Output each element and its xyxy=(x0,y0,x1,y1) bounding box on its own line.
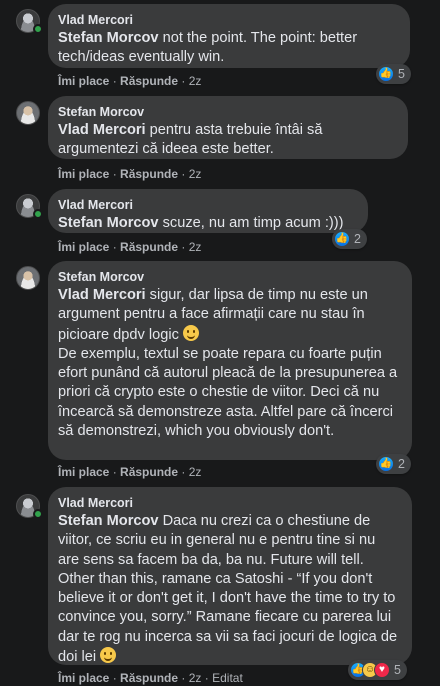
reaction-summary[interactable]: 👍 2 xyxy=(332,229,367,249)
reply-link[interactable]: Răspunde xyxy=(120,671,178,685)
comment-text: Vlad Mercori sigur, dar lipsa de timp nu… xyxy=(58,287,368,343)
avatar[interactable] xyxy=(16,266,40,290)
comment-text-paragraph: De exemplu, textul se poate repara cu fo… xyxy=(58,345,398,440)
avatar[interactable] xyxy=(16,101,40,125)
comment-actions: Îmi place · Răspunde · 2z · Editat xyxy=(58,671,243,685)
reply-link[interactable]: Răspunde xyxy=(120,465,178,479)
comment-author[interactable]: Vlad Mercori xyxy=(58,12,398,28)
reaction-count: 2 xyxy=(354,232,361,246)
smile-emoji-icon xyxy=(100,647,117,664)
comment-bubble: Stefan Morcov Vlad Mercori sigur, dar li… xyxy=(48,261,412,460)
like-reaction-icon: 👍 xyxy=(378,456,394,472)
like-link[interactable]: Îmi place xyxy=(58,671,109,685)
reply-link[interactable]: Răspunde xyxy=(120,240,178,254)
like-link[interactable]: Îmi place xyxy=(58,167,109,181)
comment-bubble: Vlad Mercori Stefan Morcov Daca nu crezi… xyxy=(48,487,412,665)
comment-author[interactable]: Vlad Mercori xyxy=(58,197,356,213)
comment-text: Stefan Morcov not the point. The point: … xyxy=(58,30,358,66)
comment-actions: Îmi place · Răspunde · 2z xyxy=(58,465,202,479)
love-reaction-icon: ♥ xyxy=(374,662,390,678)
smile-emoji-icon xyxy=(182,324,199,341)
comment-timestamp[interactable]: 2z xyxy=(189,465,202,479)
like-link[interactable]: Îmi place xyxy=(58,74,109,88)
comment-timestamp[interactable]: 2z xyxy=(189,74,202,88)
comment-text: Stefan Morcov Daca nu crezi ca o chestiu… xyxy=(58,513,398,666)
comment-actions: Îmi place · Răspunde · 2z xyxy=(58,240,202,254)
reply-link[interactable]: Răspunde xyxy=(120,167,178,181)
like-link[interactable]: Îmi place xyxy=(58,465,109,479)
mention-link[interactable]: Vlad Mercori xyxy=(58,287,146,303)
comment-bubble: Vlad Mercori Stefan Morcov scuze, nu am … xyxy=(48,189,368,233)
comment-actions: Îmi place · Răspunde · 2z xyxy=(58,167,202,181)
like-reaction-icon: 👍 xyxy=(334,231,350,247)
online-status-icon xyxy=(33,24,43,34)
mention-link[interactable]: Stefan Morcov xyxy=(58,30,159,46)
online-status-icon xyxy=(33,509,43,519)
mention-link[interactable]: Stefan Morcov xyxy=(58,513,159,529)
like-reaction-icon: 👍 xyxy=(378,66,394,82)
online-status-icon xyxy=(33,209,43,219)
comment-timestamp[interactable]: 2z xyxy=(189,240,202,254)
comment-author[interactable]: Stefan Morcov xyxy=(58,104,396,120)
comment-bubble: Vlad Mercori Stefan Morcov not the point… xyxy=(48,4,410,68)
comment-actions: Îmi place · Răspunde · 2z xyxy=(58,74,202,88)
reaction-summary[interactable]: 👍 5 xyxy=(376,64,411,84)
comment-text: Vlad Mercori pentru asta trebuie întâi s… xyxy=(58,122,323,158)
reaction-summary[interactable]: 👍 ☺ ♥ 5 xyxy=(348,660,407,680)
reaction-count: 2 xyxy=(398,457,405,471)
like-link[interactable]: Îmi place xyxy=(58,240,109,254)
reaction-count: 5 xyxy=(394,663,401,677)
reply-link[interactable]: Răspunde xyxy=(120,74,178,88)
comment-text: Stefan Morcov scuze, nu am timp acum :))… xyxy=(58,215,344,231)
reaction-summary[interactable]: 👍 2 xyxy=(376,454,411,474)
comment-timestamp[interactable]: 2z xyxy=(189,671,202,685)
comment-timestamp[interactable]: 2z xyxy=(189,167,202,181)
reaction-count: 5 xyxy=(398,67,405,81)
comment-author[interactable]: Vlad Mercori xyxy=(58,495,400,511)
edited-label[interactable]: Editat xyxy=(212,671,243,685)
mention-link[interactable]: Vlad Mercori xyxy=(58,122,146,138)
mention-link[interactable]: Stefan Morcov xyxy=(58,215,159,231)
comment-author[interactable]: Stefan Morcov xyxy=(58,269,400,285)
comment-bubble: Stefan Morcov Vlad Mercori pentru asta t… xyxy=(48,96,408,159)
